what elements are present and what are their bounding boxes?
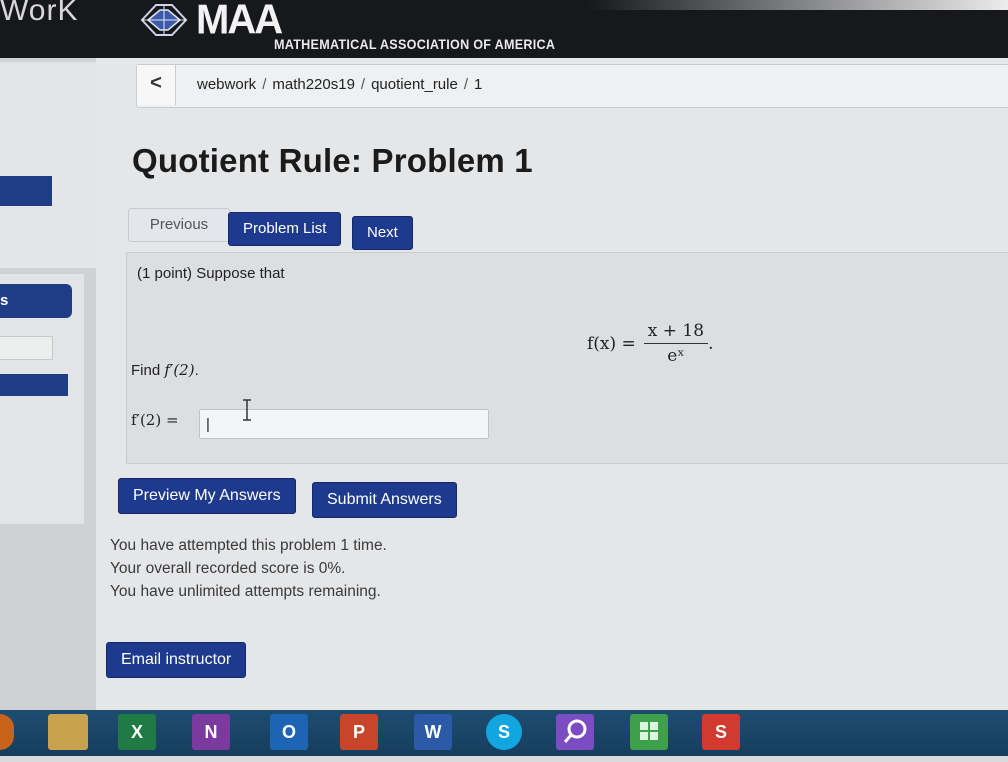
equation-numerator: x + 18	[643, 321, 709, 344]
breadcrumb: < webwork / math220s19 / quotient_rule / 1	[136, 64, 1008, 108]
equation-period: .	[708, 333, 714, 354]
status-score: Your overall recorded score is 0%.	[110, 560, 346, 577]
start-icon[interactable]	[0, 714, 14, 750]
equation-lhs: f(x) =	[587, 333, 636, 354]
page-title: Quotient Rule: Problem 1	[132, 142, 533, 179]
sidebar-item-active[interactable]: s	[0, 284, 72, 318]
breadcrumb-item-course[interactable]: math220s19	[272, 76, 355, 93]
email-instructor-button[interactable]: Email instructor	[106, 642, 247, 678]
calculator-icon[interactable]	[630, 714, 668, 750]
breadcrumb-path: webwork / math220s19 / quotient_rule / 1	[197, 76, 482, 93]
breadcrumb-item-webwork[interactable]: webwork	[197, 76, 256, 93]
equation-fraction: x + 18 eˣ	[643, 321, 709, 366]
preview-answers-button[interactable]: Preview My Answers	[118, 478, 296, 514]
sidebar-item-label: s	[0, 292, 9, 309]
breadcrumb-item-problem: 1	[474, 76, 483, 93]
app-s-icon[interactable]: S	[702, 714, 740, 750]
site-header: WorK MAA MATHEMATICAL ASSOCIATION OF AME…	[0, 0, 1008, 58]
function-equation: f(x) = x + 18 eˣ .	[587, 321, 713, 366]
skype-icon[interactable]: S	[486, 714, 522, 750]
attempt-status: You have attempted this problem 1 time. …	[110, 534, 387, 603]
sidebar-item[interactable]	[0, 374, 68, 396]
maa-logo-text: MAA	[196, 0, 283, 44]
problem-list-button[interactable]: Problem List	[228, 212, 342, 246]
equation-denominator: eˣ	[667, 346, 685, 366]
previous-button[interactable]: Previous	[128, 208, 230, 242]
back-button[interactable]: <	[137, 65, 176, 105]
answer-label: f′(2) =	[131, 411, 179, 429]
next-button[interactable]: Next	[352, 216, 413, 250]
status-attempts: You have attempted this problem 1 time.	[110, 537, 387, 554]
file-explorer-icon[interactable]	[48, 714, 88, 750]
problem-intro: (1 point) Suppose that	[137, 265, 285, 282]
left-sidebar: s	[0, 58, 96, 710]
breadcrumb-separator: /	[360, 76, 366, 93]
find-suffix: .	[194, 362, 199, 379]
text-cursor-icon	[243, 399, 251, 421]
problem-body: (1 point) Suppose that f(x) = x + 18 eˣ …	[126, 252, 1008, 464]
os-taskbar: X N O P W S S	[0, 710, 1008, 756]
maa-logo-icon	[140, 4, 188, 36]
breadcrumb-separator: /	[463, 76, 468, 93]
webwork-brand[interactable]: WorK	[0, 0, 78, 28]
find-prefix: Find	[131, 362, 165, 379]
excel-icon[interactable]: X	[118, 714, 156, 750]
outlook-icon[interactable]: O	[270, 714, 308, 750]
search-icon[interactable]	[556, 714, 594, 750]
onenote-icon[interactable]: N	[192, 714, 230, 750]
find-instruction: Find f′(2).	[131, 361, 199, 379]
breadcrumb-item-set[interactable]: quotient_rule	[371, 76, 458, 93]
header-fade	[588, 0, 1008, 10]
word-icon[interactable]: W	[414, 714, 452, 750]
magnifier-glyph	[563, 719, 587, 743]
sidebar-panel	[0, 62, 96, 268]
status-remaining: You have unlimited attempts remaining.	[110, 583, 381, 600]
powerpoint-icon[interactable]: P	[340, 714, 378, 750]
find-expression: f′(2)	[164, 361, 195, 379]
sidebar-input[interactable]	[0, 336, 53, 360]
main-content: < webwork / math220s19 / quotient_rule / 1 Quo…	[96, 58, 1008, 710]
breadcrumb-separator: /	[262, 76, 267, 93]
maa-subtitle: MATHEMATICAL ASSOCIATION OF AMERICA	[274, 36, 556, 52]
calculator-glyph	[640, 722, 658, 740]
submit-answers-button[interactable]: Submit Answers	[312, 482, 457, 518]
sidebar-button[interactable]	[0, 176, 52, 206]
